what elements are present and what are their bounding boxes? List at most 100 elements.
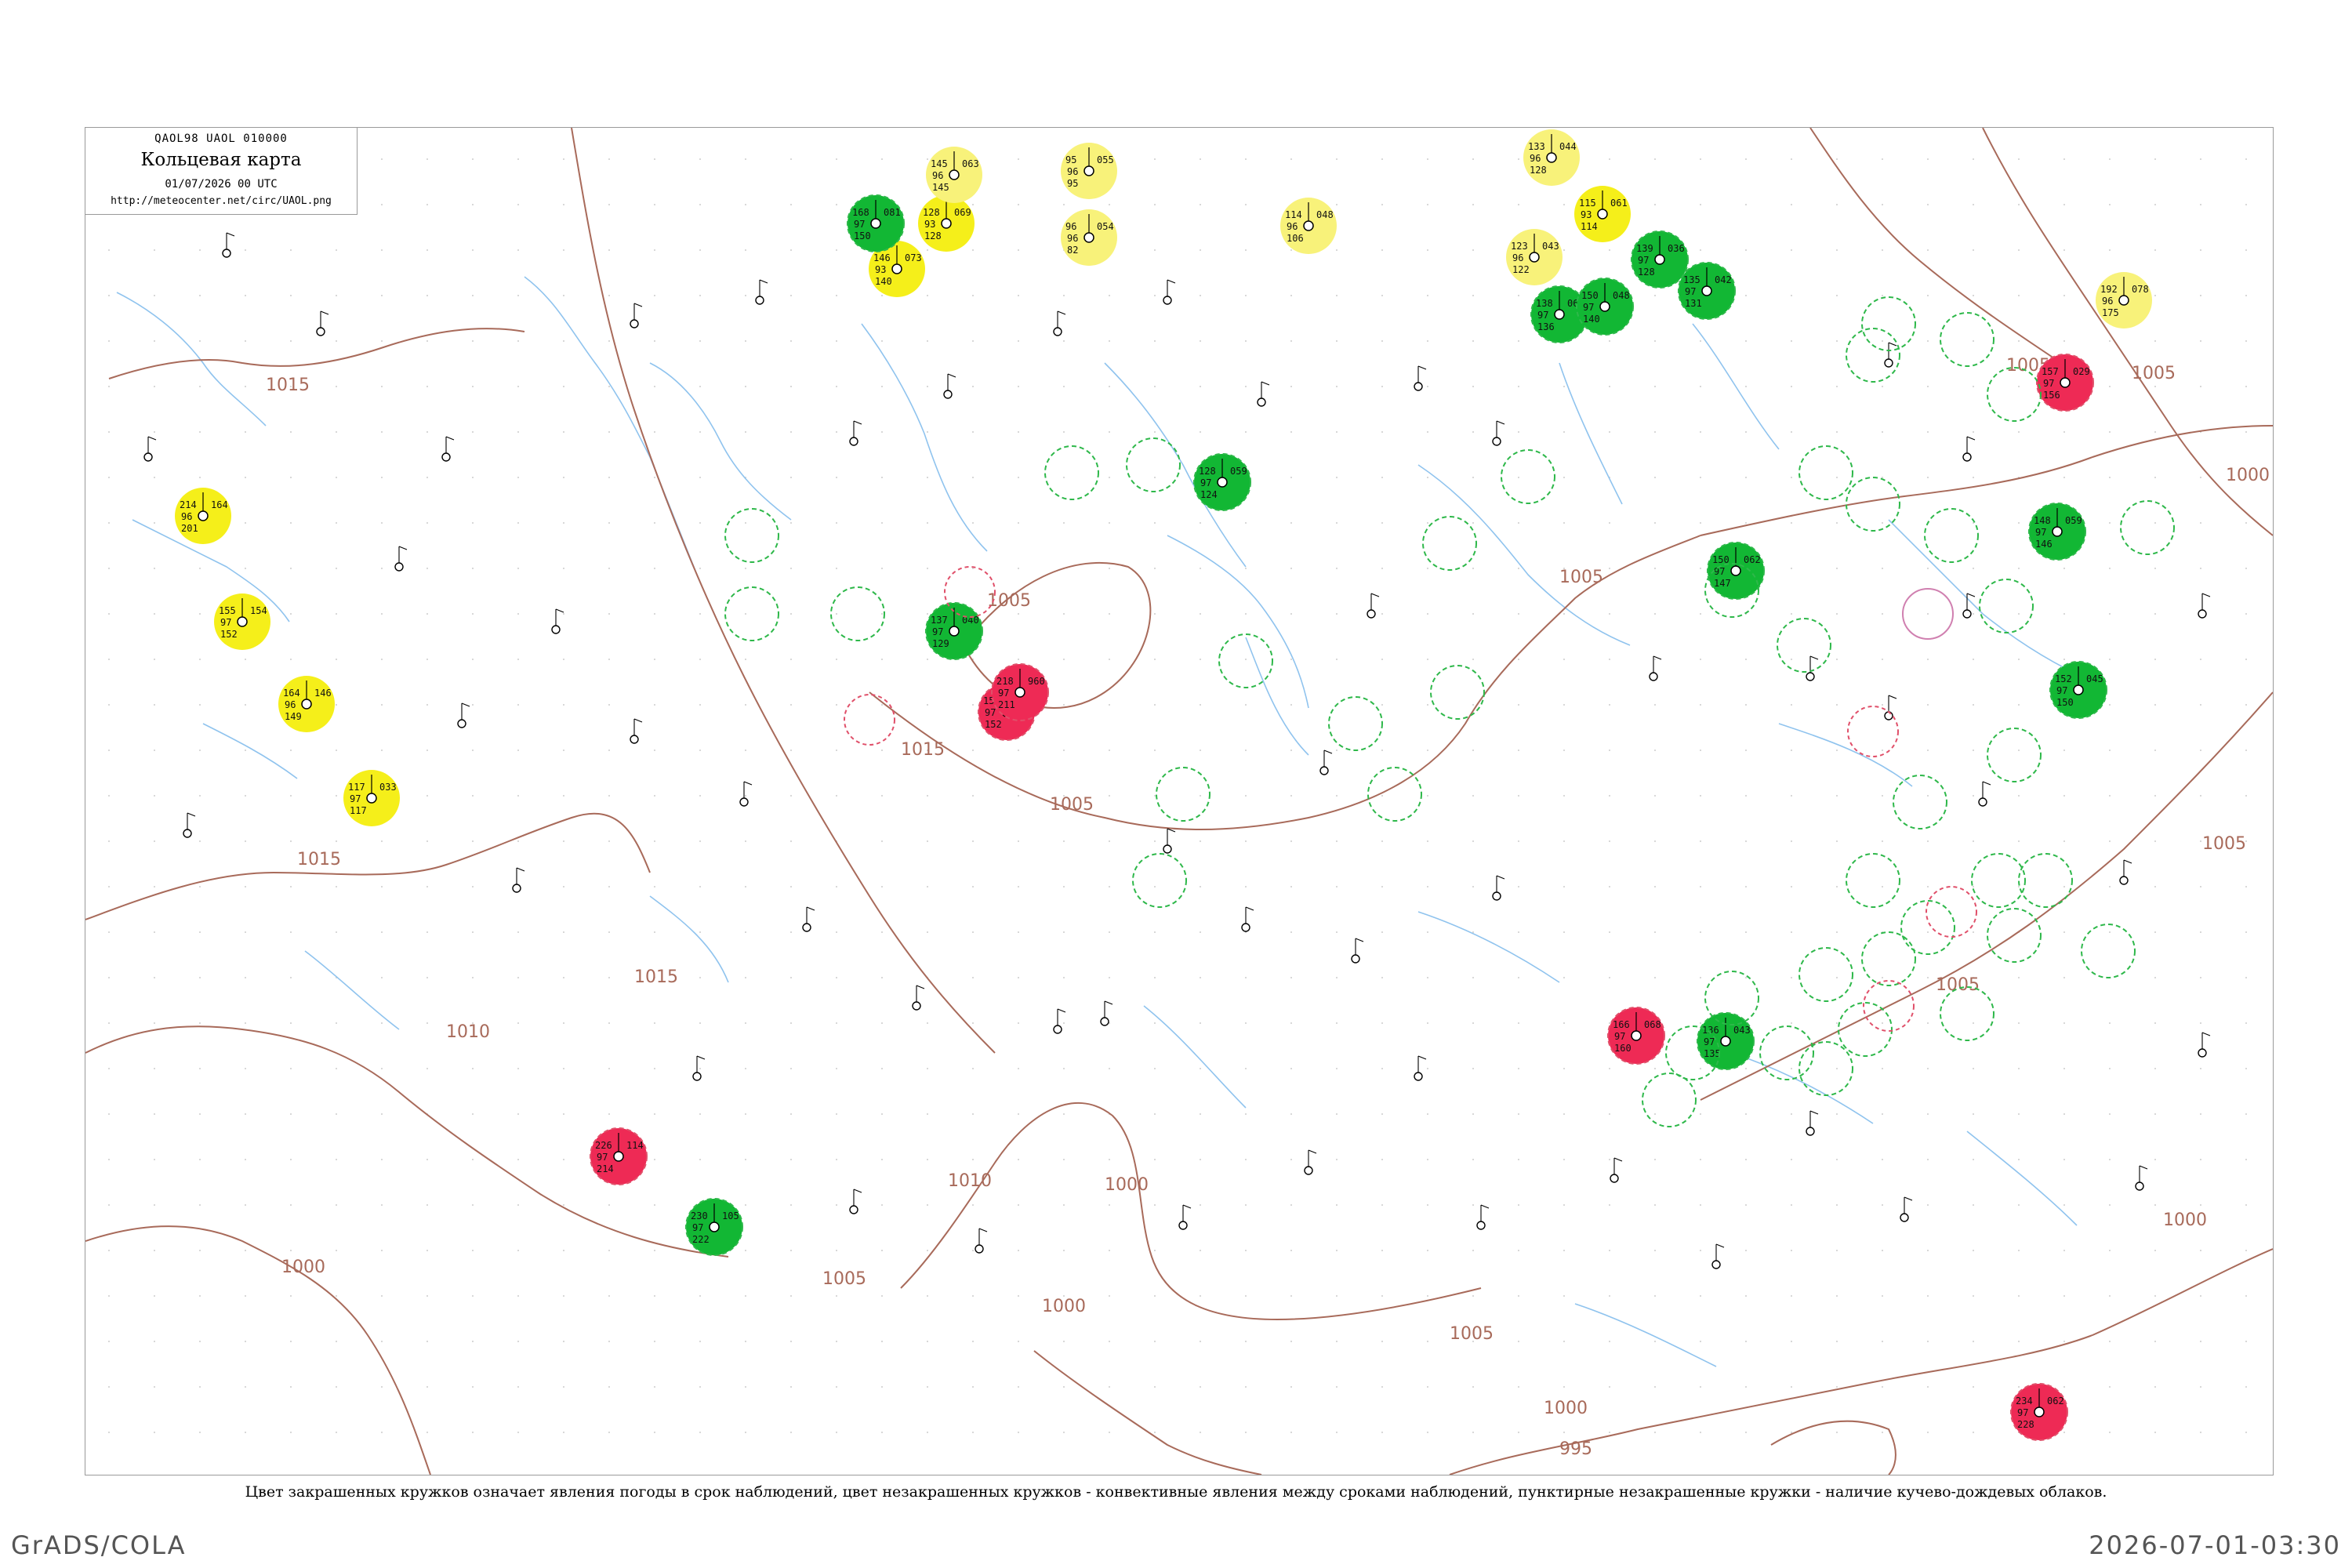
station-small[interactable] — [1978, 781, 1991, 807]
station-green[interactable]: 150 04897140 — [1576, 278, 1634, 336]
map-url[interactable]: http://meteocenter.net/circ/UAOL.png — [85, 195, 357, 207]
station-small[interactable] — [1414, 365, 1427, 391]
station-circle-icon — [1100, 1017, 1109, 1026]
grid-dot — [1882, 704, 1883, 706]
station-small[interactable] — [183, 812, 196, 838]
station-small[interactable] — [1178, 1204, 1192, 1230]
station-small[interactable] — [1241, 906, 1254, 932]
station-small[interactable] — [1319, 750, 1333, 775]
station-small[interactable] — [2135, 1165, 2148, 1191]
grid-dot — [336, 659, 337, 660]
station-yellow_light[interactable]: 123 04396122 — [1506, 229, 1563, 285]
station-small[interactable] — [2119, 859, 2132, 885]
station-green[interactable]: 150 06297147 — [1707, 542, 1765, 600]
station-yellow[interactable]: 117 03397117 — [343, 770, 400, 826]
station-small[interactable] — [512, 867, 525, 893]
station-dewpoint: 96 — [1512, 252, 1523, 263]
station-yellow[interactable]: 214 16496201 — [175, 488, 231, 544]
station-green[interactable]: 148 05997146 — [2028, 503, 2086, 561]
grid-dot — [1927, 1250, 1929, 1251]
station-yellow_light[interactable]: 114 04896106 — [1280, 198, 1337, 254]
station-red[interactable]: 157 02997156 — [2036, 354, 2094, 412]
grid-dot — [1927, 1341, 1929, 1342]
station-yellow[interactable]: 128 06993128 — [918, 195, 975, 252]
station-small[interactable] — [802, 906, 815, 932]
station-small[interactable] — [755, 279, 768, 305]
grid-dot — [1563, 204, 1565, 205]
station-small[interactable] — [457, 702, 470, 728]
grid-dot — [881, 1113, 883, 1115]
station-circle-icon — [2060, 377, 2071, 388]
station-small[interactable] — [630, 303, 643, 328]
station-small[interactable] — [1367, 593, 1380, 619]
station-yellow_light[interactable]: 145 06396145 — [926, 147, 982, 203]
station-small[interactable] — [143, 436, 157, 462]
station-small[interactable] — [849, 420, 862, 446]
station-small[interactable] — [1351, 938, 1364, 964]
station-small[interactable] — [1806, 1110, 1819, 1136]
station-small[interactable] — [1163, 828, 1176, 854]
station-red[interactable]: 226 11497214 — [590, 1127, 648, 1185]
grid-dot — [108, 1250, 110, 1251]
isobar-1000-center — [1033, 1350, 1262, 1475]
station-small[interactable] — [1100, 1000, 1113, 1026]
station-small[interactable] — [2198, 1032, 2211, 1058]
grid-dot — [1609, 522, 1610, 524]
station-small[interactable] — [1163, 279, 1176, 305]
wind-barb-icon — [187, 812, 196, 829]
station-green[interactable]: 128 05997124 — [1193, 453, 1251, 511]
station-green[interactable]: 152 04597150 — [2049, 661, 2107, 719]
station-small[interactable] — [1711, 1243, 1725, 1269]
grid-dot — [290, 1341, 292, 1342]
station-small[interactable] — [1806, 655, 1819, 681]
station-small[interactable] — [1492, 420, 1505, 446]
station-small[interactable] — [1884, 695, 1897, 720]
station-extra: 140 — [875, 276, 892, 287]
weather-map[interactable]: 1015 1015 1015 1015 1010 1010 1005 1005 1005 1005… — [85, 127, 2274, 1475]
station-small[interactable] — [739, 781, 753, 807]
station-small[interactable] — [1304, 1149, 1317, 1175]
station-yellow[interactable]: 155 15497152 — [214, 593, 270, 650]
station-small[interactable] — [849, 1189, 862, 1214]
station-yellow_light[interactable]: 96 0549682 — [1061, 209, 1117, 266]
station-small[interactable] — [1884, 342, 1897, 368]
station-small[interactable] — [441, 436, 455, 462]
station-green[interactable]: 137 04097129 — [925, 602, 983, 660]
grid-dot — [1381, 295, 1383, 296]
station-small[interactable] — [2198, 593, 2211, 619]
station-red[interactable]: 234 06297228 — [2010, 1383, 2068, 1441]
station-small[interactable] — [1492, 875, 1505, 901]
station-small[interactable] — [975, 1228, 988, 1254]
station-yellow_light[interactable]: 192 07896175 — [2096, 272, 2152, 328]
station-small[interactable] — [1476, 1204, 1490, 1230]
station-yellow[interactable]: 164 14696149 — [278, 676, 335, 732]
station-green[interactable]: 168 08197150 — [847, 194, 905, 252]
station-yellow[interactable]: 115 06193114 — [1574, 186, 1631, 242]
station-green[interactable]: 139 03697128 — [1631, 230, 1689, 289]
grid-dot — [608, 568, 610, 569]
station-small[interactable] — [394, 546, 408, 572]
station-small[interactable] — [222, 232, 235, 258]
station-small[interactable] — [1900, 1196, 1913, 1222]
station-small[interactable] — [630, 718, 643, 744]
station-small[interactable] — [1053, 1008, 1066, 1034]
station-red[interactable]: 218 96097211 — [991, 663, 1049, 721]
grid-dot — [699, 568, 701, 569]
station-green[interactable]: 135 04297131 — [1678, 262, 1736, 320]
station-small[interactable] — [1053, 310, 1066, 336]
station-small[interactable] — [1257, 381, 1270, 407]
grid-dot — [199, 1295, 201, 1297]
station-small[interactable] — [316, 310, 329, 336]
station-small[interactable] — [1610, 1157, 1623, 1183]
station-small[interactable] — [692, 1055, 706, 1081]
station-yellow_light[interactable]: 95 0559695 — [1061, 143, 1117, 199]
station-small[interactable] — [943, 373, 956, 399]
station-red[interactable]: 166 06897160 — [1607, 1007, 1665, 1065]
station-yellow_light[interactable]: 133 04496128 — [1523, 129, 1580, 186]
station-small[interactable] — [1414, 1055, 1427, 1081]
station-small[interactable] — [912, 985, 925, 1011]
station-small[interactable] — [1962, 436, 1976, 462]
station-green[interactable]: 230 10597222 — [685, 1198, 743, 1256]
station-small[interactable] — [551, 608, 564, 634]
grid-dot — [2245, 1386, 2247, 1388]
